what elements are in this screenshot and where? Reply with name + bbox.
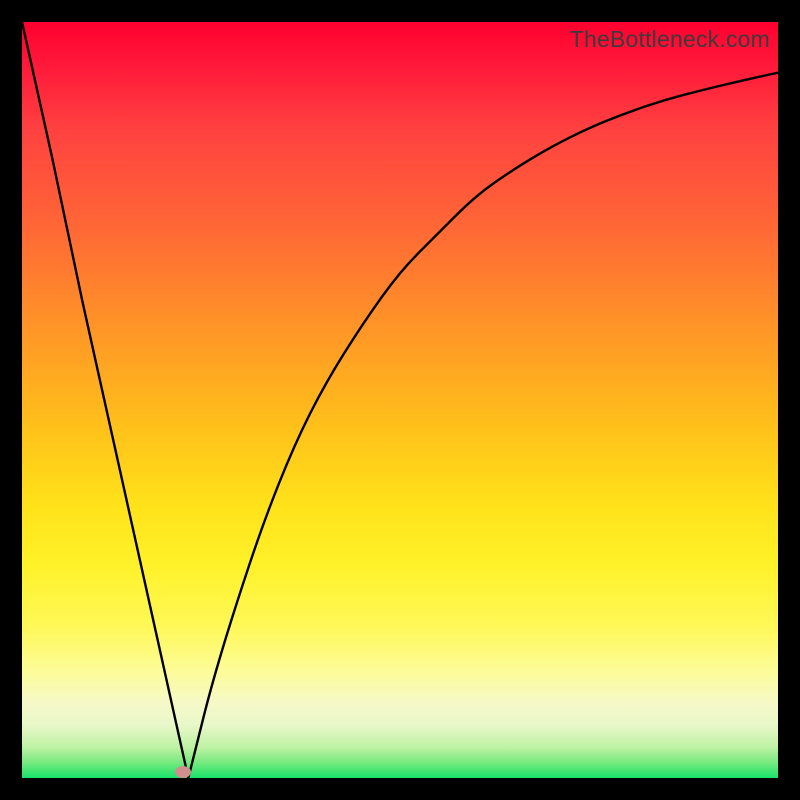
chart-frame: TheBottleneck.com: [0, 0, 800, 800]
bottleneck-curve: [22, 22, 778, 778]
optimal-marker: [175, 766, 191, 778]
plot-area: TheBottleneck.com: [22, 22, 778, 778]
